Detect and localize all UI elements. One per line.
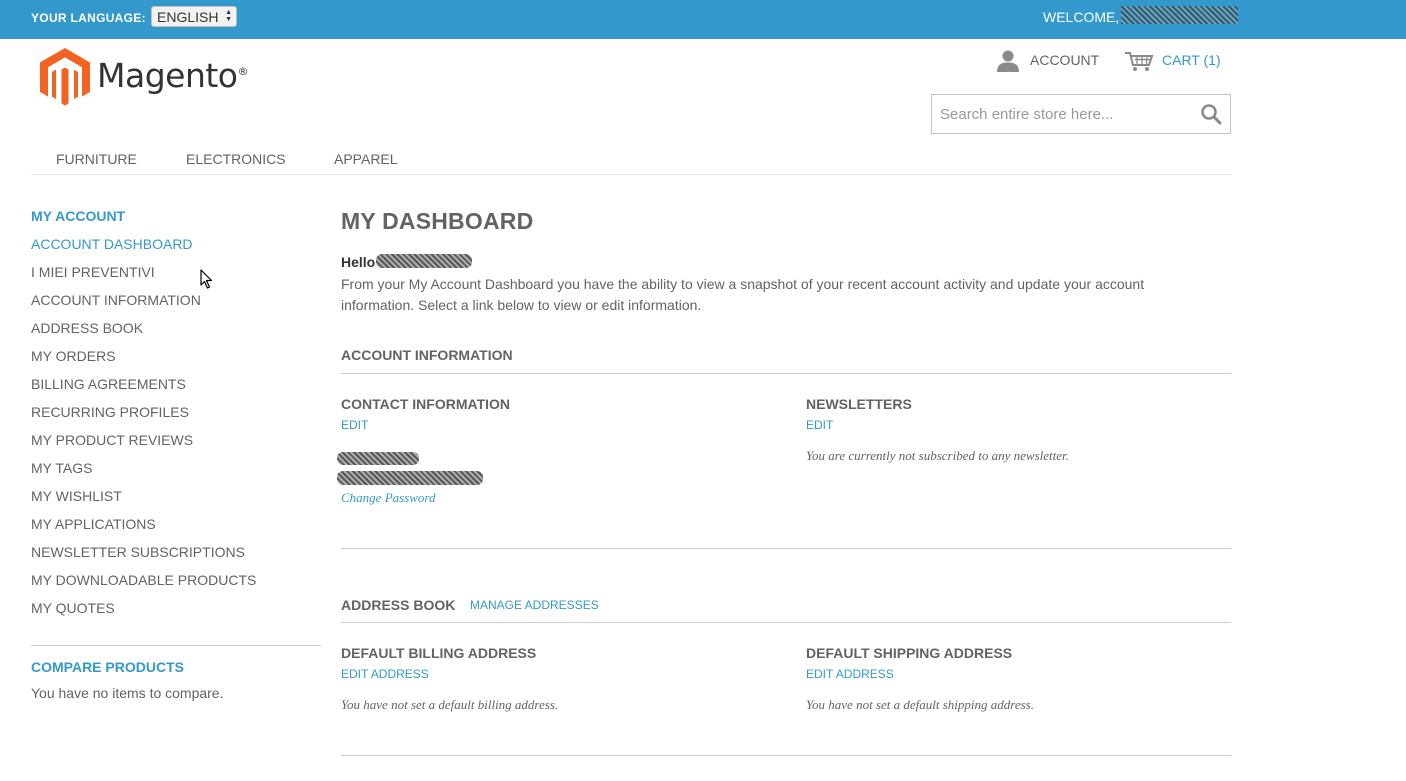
mouse-cursor-icon [200,269,213,289]
newsletters-note: You are currently not subscribed to any … [806,448,1069,463]
nav-apparel[interactable]: APPAREL [334,151,398,167]
dashboard-intro: From your My Account Dashboard you have … [341,276,1145,313]
account-label: ACCOUNT [1030,52,1100,68]
welcome-message: WELCOME, [1043,9,1120,25]
sidebar-item-my-tags[interactable]: MY TAGS [31,460,92,476]
language-select[interactable]: ENGLISH ▲ ▼ [151,6,237,27]
account-information-title: ACCOUNT INFORMATION [341,347,513,363]
redacted-customer-name [376,254,472,268]
sidebar-item-address-book[interactable]: ADDRESS BOOK [31,320,143,336]
sidebar-item-my-wishlist[interactable]: MY WISHLIST [31,488,122,504]
hello-greeting: Hello [341,254,376,270]
sidebar-item-product-reviews[interactable]: MY PRODUCT REVIEWS [31,432,193,448]
newsletters-title: NEWSLETTERS [806,396,912,412]
manage-addresses-link[interactable]: MANAGE ADDRESSES [470,598,599,612]
logo-wordmark: Magento® [97,56,248,95]
default-shipping-title: DEFAULT SHIPPING ADDRESS [806,645,1013,661]
sidebar-item-my-applications[interactable]: MY APPLICATIONS [31,516,156,532]
sidebar-item-downloadable-products[interactable]: MY DOWNLOADABLE PRODUCTS [31,572,256,588]
shipping-edit-address-link[interactable]: EDIT ADDRESS [806,667,894,681]
sidebar-divider [31,645,321,646]
redacted-contact-email [337,471,483,485]
user-icon [997,50,1019,72]
redacted-username [1121,6,1238,24]
page-title: MY DASHBOARD [341,208,534,234]
compare-products-title: COMPARE PRODUCTS [31,659,184,675]
sidebar-title: MY ACCOUNT [31,208,126,224]
section-divider [341,622,1231,623]
shipping-address-note: You have not set a default shipping addr… [806,697,1034,712]
sidebar-item-billing-agreements[interactable]: BILLING AGREEMENTS [31,376,186,392]
address-book-title: ADDRESS BOOK [341,597,456,613]
redacted-contact-name [337,452,419,465]
cart-label: CART (1) [1162,52,1221,68]
select-arrows-icon: ▲ ▼ [225,9,232,23]
billing-address-note: You have not set a default billing addre… [341,697,559,712]
main-nav: FURNITURE ELECTRONICS APPAREL [31,140,1231,175]
top-bar: YOUR LANGUAGE: ENGLISH ▲ ▼ WELCOME, [0,0,1406,39]
language-selected: ENGLISH [157,9,219,25]
sidebar-item-recurring-profiles[interactable]: RECURRING PROFILES [31,404,189,420]
magento-logo[interactable]: Magento® [39,48,248,108]
search-icon[interactable] [1200,103,1222,125]
section-divider [341,373,1231,374]
contact-information-title: CONTACT INFORMATION [341,396,511,412]
search-box [931,94,1231,134]
change-password-link[interactable]: Change Password [341,490,436,506]
nav-electronics[interactable]: ELECTRONICS [186,151,286,167]
sidebar-item-miei-preventivi[interactable]: I MIEI PREVENTIVI [31,264,155,280]
sidebar-item-account-information[interactable]: ACCOUNT INFORMATION [31,292,201,308]
sidebar-item-my-quotes[interactable]: MY QUOTES [31,600,115,616]
compare-empty-text: You have no items to compare. [31,685,224,701]
sidebar-item-my-orders[interactable]: MY ORDERS [31,348,116,364]
billing-edit-address-link[interactable]: EDIT ADDRESS [341,667,429,681]
search-input[interactable] [932,95,1190,133]
sidebar-item-newsletter-subscriptions[interactable]: NEWSLETTER SUBSCRIPTIONS [31,544,245,560]
section-divider [341,548,1231,549]
default-billing-title: DEFAULT BILLING ADDRESS [341,645,537,661]
magento-logo-icon [40,48,90,106]
newsletters-edit-link[interactable]: EDIT [806,418,833,432]
language-label: YOUR LANGUAGE: [31,11,146,25]
nav-furniture[interactable]: FURNITURE [56,151,137,167]
section-divider [341,755,1231,756]
contact-edit-link[interactable]: EDIT [341,418,368,432]
cart-icon [1125,52,1154,71]
sidebar-item-account-dashboard[interactable]: ACCOUNT DASHBOARD [31,236,193,252]
